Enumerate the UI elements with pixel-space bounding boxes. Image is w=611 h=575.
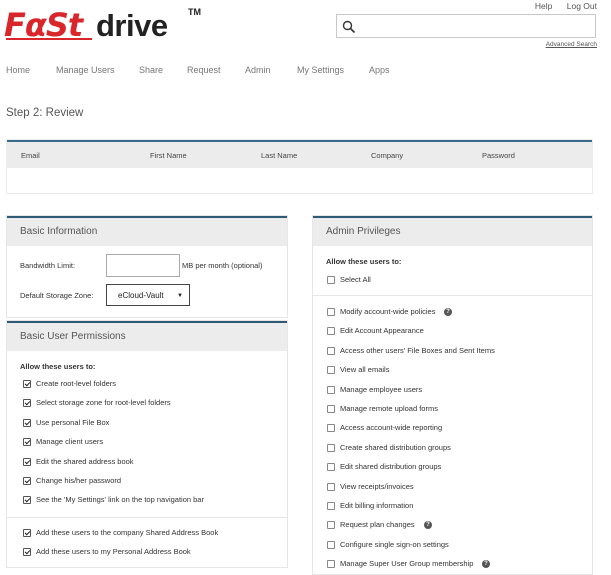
top-links: Help Log Out bbox=[523, 1, 597, 11]
admin-privilege-label: Access account-wide reporting bbox=[340, 423, 443, 433]
admin-privilege-checkbox[interactable] bbox=[327, 482, 335, 491]
permissions-divider bbox=[7, 517, 287, 518]
nav-apps[interactable]: Apps bbox=[369, 65, 390, 75]
fastdrive-logo[interactable]: FαSt drive TM bbox=[4, 4, 204, 44]
admin-privilege-label: Modify account-wide policies bbox=[340, 307, 436, 316]
basic-permission-checkbox[interactable] bbox=[23, 380, 31, 388]
basic-permission-label: Change his/her password bbox=[36, 476, 122, 485]
admin-privilege-label: View all emails bbox=[340, 365, 390, 375]
admin-privilege-checkbox[interactable] bbox=[327, 463, 335, 472]
address-book-option-checkbox[interactable] bbox=[23, 548, 31, 556]
help-icon[interactable]: ? bbox=[444, 308, 452, 316]
admin-privilege-label: Create shared distribution groups bbox=[340, 442, 451, 452]
nav-home[interactable]: Home bbox=[6, 65, 30, 75]
logo-trademark: TM bbox=[188, 7, 201, 17]
bandwidth-label: Bandwidth Limit: bbox=[20, 261, 76, 270]
basic-permission-label: Select storage zone for root-level folde… bbox=[36, 398, 171, 408]
admin-privilege-label: Configure single sign-on settings bbox=[340, 539, 449, 549]
admin-privilege-label: Edit Account Appearance bbox=[340, 326, 424, 336]
basic-permission-label: See the 'My Settings' link on the top na… bbox=[36, 495, 204, 505]
address-book-option-checkbox[interactable] bbox=[23, 529, 31, 537]
admin-privilege-label: Edit shared distribution groups bbox=[340, 462, 442, 472]
search-box[interactable] bbox=[336, 14, 596, 38]
search-input[interactable] bbox=[361, 17, 591, 35]
basic-permission-checkbox[interactable] bbox=[23, 399, 31, 408]
address-book-option-label: Add these users to my Personal Address B… bbox=[36, 547, 191, 556]
basic-permission-label: Manage client users bbox=[36, 437, 104, 447]
basic-user-permissions-header: Basic User Permissions bbox=[7, 321, 287, 351]
column-last-name: Last Name bbox=[261, 151, 298, 160]
basic-permission-checkbox[interactable] bbox=[23, 496, 31, 505]
admin-privilege-checkbox[interactable] bbox=[327, 560, 335, 569]
select-all-checkbox[interactable] bbox=[327, 276, 335, 284]
admin-privilege-checkbox[interactable] bbox=[327, 502, 335, 510]
basic-information-panel: Basic Information Bandwidth Limit: MB pe… bbox=[6, 215, 288, 318]
page-title: Step 2: Review bbox=[6, 107, 84, 119]
basic-allow-title: Allow these users to: bbox=[20, 362, 96, 371]
admin-privilege-label: Manage remote upload forms bbox=[340, 404, 438, 413]
help-icon[interactable]: ? bbox=[424, 521, 432, 530]
basic-permission-checkbox[interactable] bbox=[23, 457, 31, 466]
storage-zone-label: Default Storage Zone: bbox=[20, 291, 94, 300]
dropdown-arrow-icon: ▼ bbox=[177, 293, 183, 299]
admin-privileges-title: Admin Privileges bbox=[326, 226, 401, 237]
nav-manage-users[interactable]: Manage Users bbox=[56, 65, 115, 75]
basic-information-header: Basic Information bbox=[7, 216, 287, 246]
admin-privilege-checkbox[interactable] bbox=[327, 521, 335, 530]
bandwidth-suffix: MB per month (optional) bbox=[182, 261, 263, 270]
admin-privilege-checkbox[interactable] bbox=[327, 346, 335, 355]
advanced-search-link[interactable]: Advanced Search bbox=[546, 41, 597, 48]
nav-admin[interactable]: Admin bbox=[245, 65, 271, 75]
nav-request[interactable]: Request bbox=[187, 65, 221, 75]
basic-information-title: Basic Information bbox=[20, 226, 98, 237]
admin-privilege-label: View receipts/invoices bbox=[340, 481, 414, 491]
admin-privilege-checkbox[interactable] bbox=[327, 308, 335, 316]
column-email: Email bbox=[21, 151, 40, 160]
admin-privileges-panel: Admin Privileges Allow these users to: S… bbox=[312, 215, 593, 575]
admin-privilege-checkbox[interactable] bbox=[327, 366, 335, 375]
search-icon[interactable] bbox=[342, 20, 356, 34]
storage-zone-value: eCloud-Vault bbox=[118, 291, 164, 300]
nav-share[interactable]: Share bbox=[139, 65, 163, 75]
review-table-header: Email First Name Last Name Company Passw… bbox=[7, 140, 592, 168]
review-table: Email First Name Last Name Company Passw… bbox=[6, 139, 593, 194]
admin-privilege-label: Request plan changes bbox=[340, 520, 415, 530]
storage-zone-select[interactable]: eCloud-Vault ▼ bbox=[106, 284, 190, 306]
admin-divider bbox=[313, 295, 592, 296]
logo-drive-text: drive bbox=[96, 8, 168, 43]
basic-permission-checkbox[interactable] bbox=[23, 418, 31, 427]
admin-privilege-checkbox[interactable] bbox=[327, 424, 335, 433]
bandwidth-input[interactable] bbox=[106, 254, 180, 277]
basic-user-permissions-panel: Basic User Permissions Allow these users… bbox=[6, 320, 288, 568]
main-nav: Home Manage Users Share Request Admin My… bbox=[0, 50, 611, 90]
address-book-option-label: Add these users to the company Shared Ad… bbox=[36, 528, 219, 537]
admin-allow-title: Allow these users to: bbox=[326, 257, 402, 266]
basic-permission-checkbox[interactable] bbox=[23, 438, 31, 447]
column-first-name: First Name bbox=[150, 151, 187, 160]
logout-link[interactable]: Log Out bbox=[567, 1, 597, 11]
admin-privilege-checkbox[interactable] bbox=[327, 385, 335, 394]
column-password: Password bbox=[482, 151, 515, 160]
nav-my-settings[interactable]: My Settings bbox=[297, 65, 344, 75]
admin-privilege-label: Access other users' File Boxes and Sent … bbox=[340, 345, 495, 355]
help-icon[interactable]: ? bbox=[482, 560, 490, 569]
basic-permission-checkbox[interactable] bbox=[23, 477, 31, 485]
admin-privilege-label: Manage employee users bbox=[340, 384, 423, 394]
basic-permission-label: Create root-level folders bbox=[36, 379, 117, 388]
logo-underline bbox=[6, 38, 92, 40]
basic-permission-label: Edit the shared address book bbox=[36, 456, 134, 466]
admin-privileges-header: Admin Privileges bbox=[313, 216, 592, 246]
admin-privilege-label: Manage Super User Group membership bbox=[340, 559, 474, 569]
basic-permission-label: Use personal File Box bbox=[36, 417, 110, 427]
admin-privilege-checkbox[interactable] bbox=[327, 405, 335, 413]
admin-privilege-checkbox[interactable] bbox=[327, 327, 335, 336]
select-all-label: Select All bbox=[340, 275, 371, 284]
column-company: Company bbox=[371, 151, 404, 160]
help-link[interactable]: Help bbox=[535, 1, 552, 11]
basic-user-permissions-title: Basic User Permissions bbox=[20, 331, 126, 342]
admin-privilege-checkbox[interactable] bbox=[327, 443, 335, 452]
admin-privilege-checkbox[interactable] bbox=[327, 540, 335, 549]
admin-privilege-label: Edit billing information bbox=[340, 501, 414, 510]
